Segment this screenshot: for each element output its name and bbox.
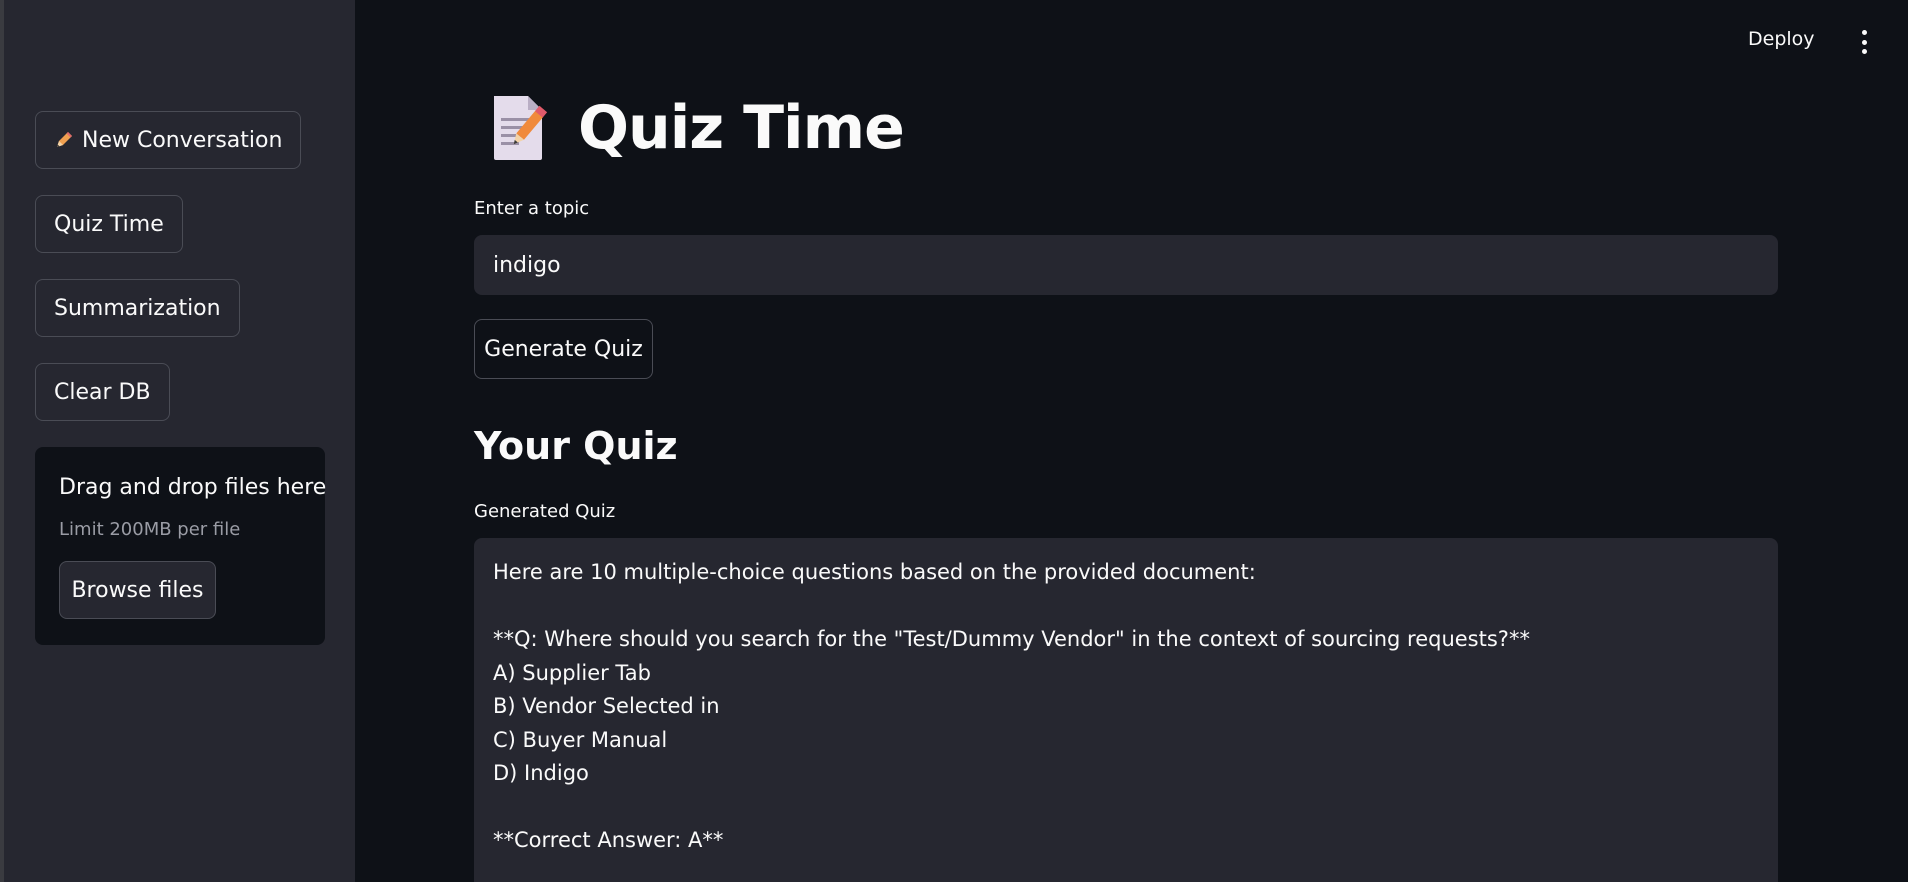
quiz-time-button[interactable]: Quiz Time — [35, 195, 183, 253]
deploy-button[interactable]: Deploy — [1748, 28, 1815, 50]
quiz-label: Generated Quiz — [474, 501, 616, 522]
browse-files-button[interactable]: Browse files — [59, 561, 216, 619]
generated-quiz-textarea[interactable]: Here are 10 multiple-choice questions ba… — [474, 538, 1778, 882]
uploader-limit: Limit 200MB per file — [59, 519, 241, 540]
new-conversation-label: New Conversation — [82, 127, 283, 153]
topic-label: Enter a topic — [474, 198, 590, 219]
section-heading: Your Quiz — [474, 424, 678, 468]
generate-quiz-button[interactable]: Generate Quiz — [474, 319, 653, 379]
topic-input-value: indigo — [493, 252, 561, 278]
browse-files-label: Browse files — [71, 577, 204, 603]
file-uploader-dropzone[interactable]: Drag and drop files here Limit 200MB per… — [35, 447, 327, 645]
kebab-menu-icon[interactable] — [1856, 30, 1872, 54]
new-conversation-button[interactable]: New Conversation — [35, 111, 302, 169]
summarization-button[interactable]: Summarization — [35, 279, 240, 337]
generate-quiz-label: Generate Quiz — [484, 336, 643, 362]
page-title: Quiz Time — [578, 93, 905, 163]
memo-icon — [488, 92, 554, 164]
topic-input[interactable]: indigo — [474, 235, 1778, 295]
app: New Conversation Quiz Time Summarization… — [0, 0, 1908, 882]
uploader-title: Drag and drop files here — [59, 475, 327, 500]
clear-db-label: Clear DB — [54, 379, 151, 405]
clear-db-button[interactable]: Clear DB — [35, 363, 170, 421]
pencil-icon — [54, 130, 74, 150]
quiz-time-label: Quiz Time — [54, 211, 164, 237]
summarization-label: Summarization — [54, 295, 221, 321]
sidebar: New Conversation Quiz Time Summarization… — [4, 0, 355, 882]
